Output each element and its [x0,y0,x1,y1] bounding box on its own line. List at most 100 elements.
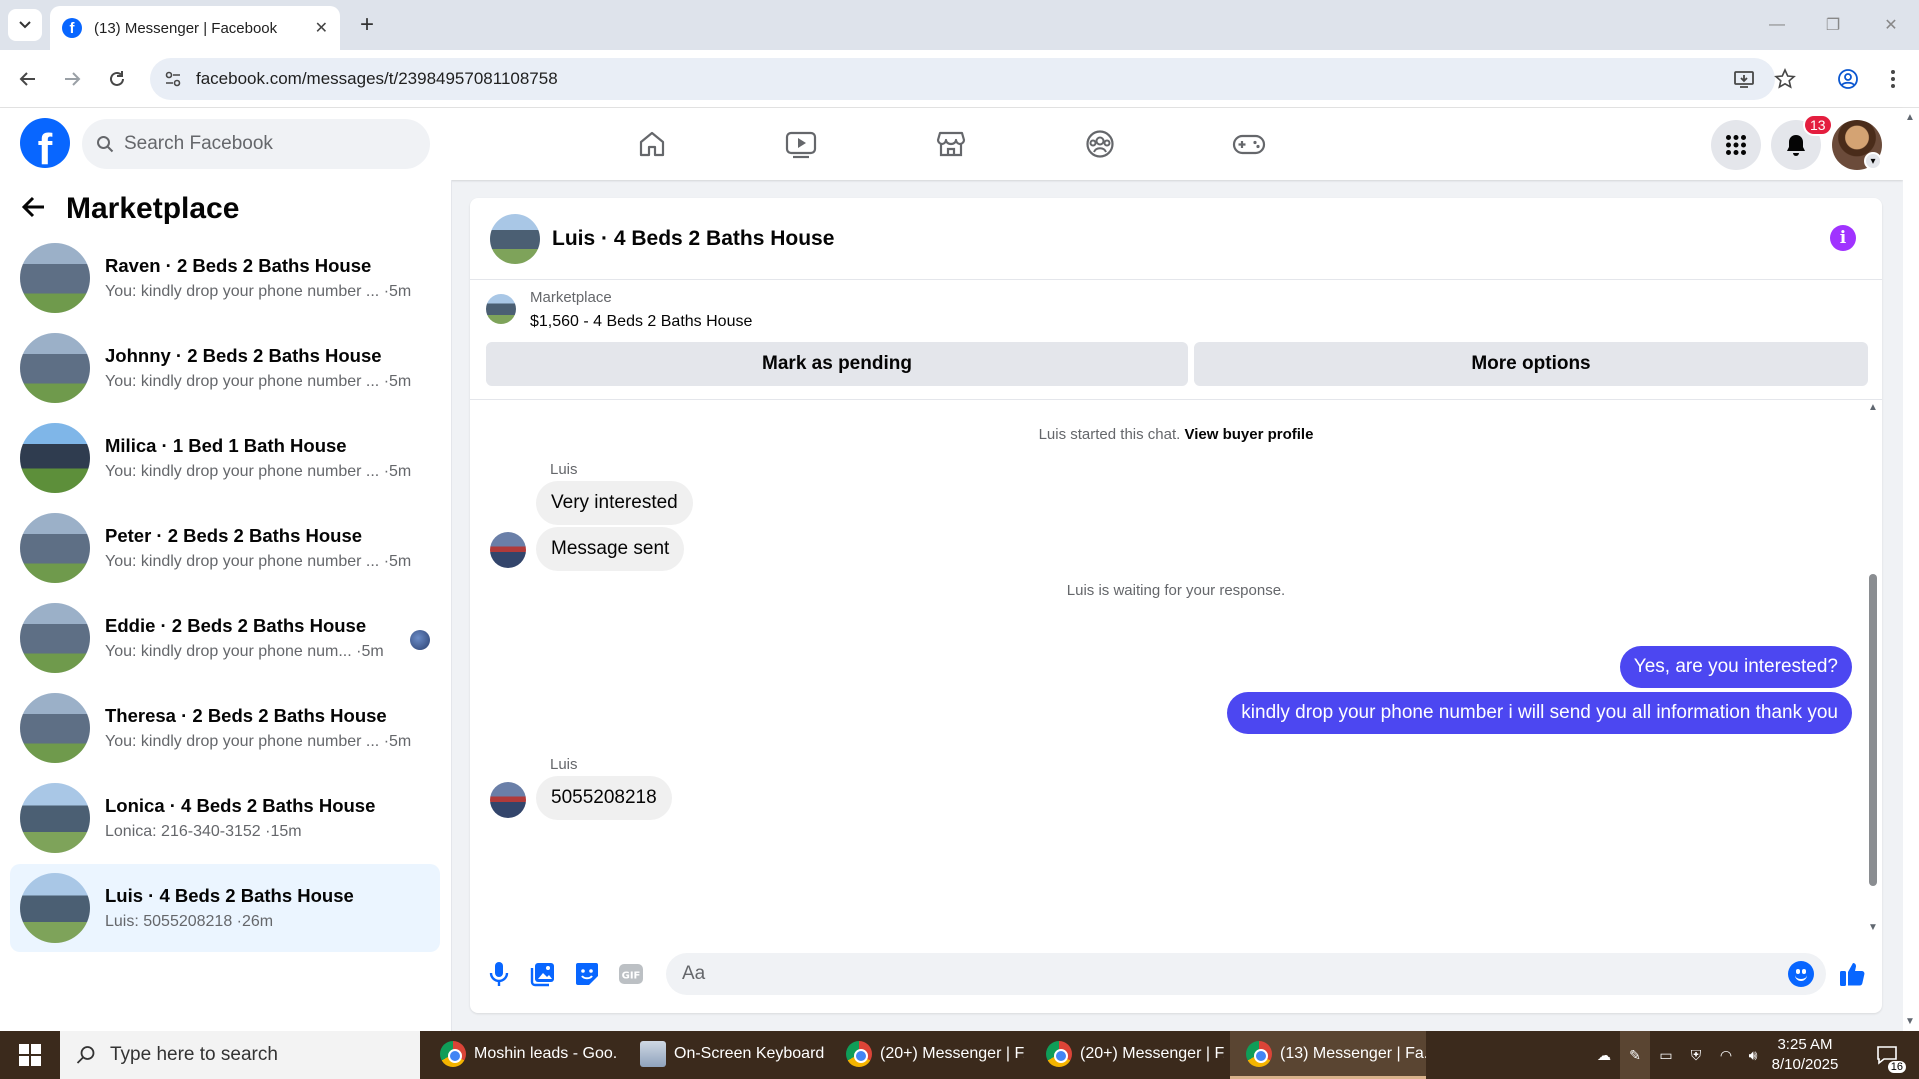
site-settings-icon[interactable] [164,70,182,88]
sticker-button[interactable] [570,957,604,991]
account-caret-icon[interactable]: ▾ [1864,152,1882,170]
message-input-wrapper[interactable] [666,953,1826,995]
scroll-down-arrow-icon[interactable]: ▼ [1866,922,1880,933]
view-buyer-profile-link[interactable]: View buyer profile [1184,426,1313,443]
tab-search-button[interactable] [8,9,42,41]
bookmark-button[interactable] [1765,59,1805,99]
browser-menu-button[interactable] [1873,59,1913,99]
chat-avatar[interactable] [490,213,540,264]
page-scrollbar[interactable]: ▲ ▼ [1903,108,1919,1031]
facebook-logo[interactable]: f [20,118,70,168]
close-tab-icon[interactable]: ✕ [315,18,328,38]
conversation-item[interactable]: Eddie · 2 Beds 2 Baths House You: kindly … [10,594,440,682]
chat-panel: Luis · 4 Beds 2 Baths House i Marketplac… [470,198,1882,1013]
sender-avatar[interactable] [490,532,526,568]
emoji-icon[interactable] [1788,961,1814,987]
message-scrollbar[interactable]: ▲ ▼ [1866,400,1880,935]
restore-window-button[interactable]: ❐ [1808,8,1858,42]
listing-price[interactable]: $1,560 - 4 Beds 2 Baths House [530,313,752,331]
taskbar-app-messenger-1[interactable]: (20+) Messenger | F... [830,1031,1024,1079]
voice-clip-button[interactable] [482,957,516,991]
seen-avatar-icon [410,630,430,650]
browser-tab-bar: f (13) Messenger | Facebook ✕ + — ❐ ✕ [0,0,1919,50]
chrome-icon [1046,1040,1072,1067]
install-app-button[interactable] [1724,59,1764,99]
nav-groups[interactable] [1070,120,1130,168]
marketplace-sidebar: Marketplace Raven · 2 Beds 2 Baths House… [0,180,452,1031]
nav-gaming[interactable] [1219,120,1279,168]
scroll-down-arrow-icon[interactable]: ▼ [1905,1016,1915,1027]
nav-marketplace[interactable] [921,120,981,168]
conversation-name: Raven · 2 Beds 2 Baths House [105,255,372,276]
conversation-name: Lonica · 4 Beds 2 Baths House [105,795,376,816]
attach-photo-button[interactable] [526,957,560,991]
onedrive-cloud-icon[interactable]: ☁ [1590,1031,1618,1079]
taskbar-search-input[interactable] [110,1044,400,1066]
forward-button[interactable] [56,63,88,95]
outgoing-message[interactable]: Yes, are you interested? [1619,646,1852,688]
arrow-left-icon [19,72,35,86]
browser-tab-active[interactable]: f (13) Messenger | Facebook ✕ [50,6,340,50]
info-icon[interactable]: i [1830,225,1856,251]
start-button[interactable] [0,1031,60,1079]
facebook-search[interactable] [82,119,430,169]
conversation-item[interactable]: Raven · 2 Beds 2 Baths House You: kindly … [10,234,440,322]
address-bar[interactable]: facebook.com/messages/t/2398495708110875… [150,58,1775,100]
scroll-up-arrow-icon[interactable]: ▲ [1905,112,1915,123]
profile-button[interactable] [1828,59,1868,99]
nav-home[interactable] [622,120,682,168]
conversation-item[interactable]: Peter · 2 Beds 2 Baths House You: kindly … [10,504,440,592]
gif-button[interactable]: GIF [614,957,648,991]
mark-as-pending-button[interactable]: Mark as pending [486,342,1188,386]
sender-avatar[interactable] [490,782,526,818]
conversation-item[interactable]: Milica · 1 Bed 1 Bath House You: kindly d… [10,414,440,502]
conversation-avatar [20,333,90,403]
star-icon [1774,68,1796,89]
close-window-button[interactable]: ✕ [1866,8,1916,42]
conversation-item[interactable]: Johnny · 2 Beds 2 Baths House You: kindly… [10,324,440,412]
menu-button[interactable] [1711,120,1761,170]
incoming-message[interactable]: 5055208218 [536,776,672,820]
conversation-avatar [20,423,90,493]
notification-center-button[interactable]: 16 [1862,1031,1912,1079]
battery-icon[interactable]: ▭ [1652,1031,1680,1079]
taskbar-app-label: On-Screen Keyboard [674,1044,824,1062]
minimize-window-button[interactable]: — [1752,8,1802,42]
incoming-message[interactable]: Message sent [536,527,685,571]
pen-workspace-icon[interactable]: ✎ [1620,1031,1650,1079]
chat-header: Luis · 4 Beds 2 Baths House i [470,198,1882,280]
install-icon [1734,71,1754,88]
scroll-up-arrow-icon[interactable]: ▲ [1866,402,1880,413]
outgoing-message[interactable]: kindly drop your phone number i will sen… [1227,692,1852,734]
conversation-avatar [20,873,90,943]
gif-label: GIF [622,971,641,982]
chat-title[interactable]: Luis · 4 Beds 2 Baths House [552,227,834,251]
reload-button[interactable] [101,63,133,95]
windows-logo-icon [19,1044,41,1066]
nav-video[interactable] [771,120,831,168]
back-button[interactable] [12,63,44,95]
conversation-item[interactable]: Lonica · 4 Beds 2 Baths House Lonica: 216… [10,774,440,862]
wifi-icon[interactable]: ◠ [1712,1031,1740,1079]
incoming-message[interactable]: Very interested [536,481,693,525]
listing-thumbnail[interactable] [486,294,516,324]
logo-letter: f [37,125,53,169]
taskbar-app-messenger-active[interactable]: (13) Messenger | Fa... [1230,1031,1426,1079]
scroll-thumb[interactable] [1869,574,1877,886]
back-arrow-icon[interactable] [21,193,46,225]
chevron-down-icon [19,21,31,29]
like-button[interactable] [1835,957,1869,991]
conversation-item[interactable]: Theresa · 2 Beds 2 Baths House You: kindl… [10,684,440,772]
message-input[interactable] [666,953,1746,995]
search-input[interactable] [124,133,384,155]
conversation-item-active[interactable]: Luis · 4 Beds 2 Baths House Luis: 5055208… [10,864,440,952]
new-tab-button[interactable]: + [352,10,382,40]
security-shield-icon[interactable]: ⛨ [1682,1031,1710,1079]
taskbar-clock[interactable]: 3:25 AM 8/10/2025 [1760,1035,1850,1075]
more-options-button[interactable]: More options [1194,342,1868,386]
taskbar-search[interactable] [60,1031,420,1079]
taskbar-app-label: (13) Messenger | Fa... [1280,1044,1426,1062]
taskbar-app-onscreen-keyboard[interactable]: On-Screen Keyboard [624,1031,824,1079]
taskbar-app-messenger-2[interactable]: (20+) Messenger | F... [1030,1031,1224,1079]
taskbar-app-chrome-leads[interactable]: Moshin leads - Goo... [424,1031,618,1079]
